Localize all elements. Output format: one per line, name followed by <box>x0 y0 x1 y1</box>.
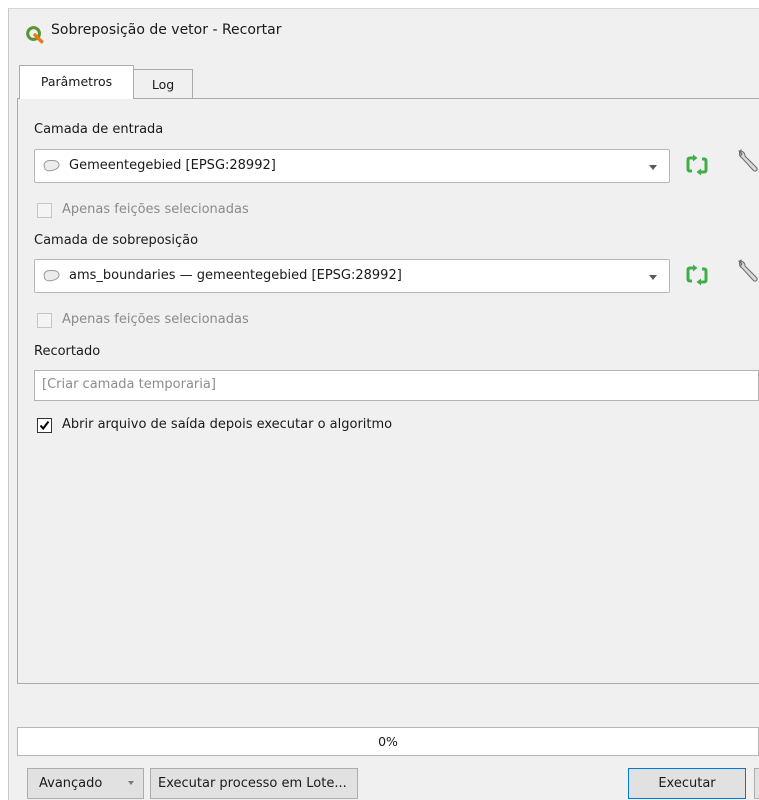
polygon-layer-icon <box>43 269 60 282</box>
polygon-layer-icon <box>43 159 60 172</box>
advanced-button-label: Avançado <box>39 776 103 791</box>
input-selected-only-checkbox[interactable] <box>37 203 52 218</box>
batch-process-button[interactable]: Executar processo em Lote... <box>150 768 358 799</box>
input-layer-combobox[interactable]: Gemeentegebied [EPSG:28992] <box>34 149 670 183</box>
wrench-icon[interactable] <box>737 148 759 174</box>
advanced-button[interactable]: Avançado <box>27 768 144 799</box>
overlay-selected-only-checkbox[interactable] <box>37 313 52 328</box>
progress-bar: 0% <box>17 727 759 756</box>
output-field[interactable]: [Criar camada temporaria] <box>34 370 759 401</box>
chevron-down-icon <box>128 781 134 785</box>
tab-parameters[interactable]: Parâmetros <box>19 65 134 99</box>
iterate-icon[interactable] <box>685 154 709 176</box>
input-layer-label: Camada de entrada <box>34 122 164 137</box>
chevron-down-icon <box>649 275 657 280</box>
checkmark-icon <box>39 420 50 431</box>
open-output-checkbox[interactable] <box>37 418 52 433</box>
iterate-icon[interactable] <box>685 264 709 286</box>
progress-text: 0% <box>378 734 398 749</box>
open-output-label: Abrir arquivo de saída depois executar o… <box>62 417 393 432</box>
overlay-selected-only-label: Apenas feições selecionadas <box>62 312 249 327</box>
input-selected-only-label: Apenas feições selecionadas <box>62 202 249 217</box>
wrench-icon[interactable] <box>737 258 759 284</box>
overlay-layer-value: ams_boundaries — gemeentegebied [EPSG:28… <box>69 268 402 283</box>
window-title: Sobreposição de vetor - Recortar <box>51 22 282 38</box>
title-bar: Sobreposição de vetor - Recortar <box>9 9 759 57</box>
close-button[interactable] <box>754 768 759 799</box>
tab-log[interactable]: Log <box>134 69 193 99</box>
output-label: Recortado <box>34 344 101 359</box>
overlay-layer-label: Camada de sobreposição <box>34 233 199 248</box>
output-placeholder: [Criar camada temporaria] <box>42 377 216 392</box>
run-button[interactable]: Executar <box>628 768 746 799</box>
qgis-logo-icon <box>26 26 44 44</box>
overlay-layer-combobox[interactable]: ams_boundaries — gemeentegebied [EPSG:28… <box>34 259 670 293</box>
input-layer-value: Gemeentegebied [EPSG:28992] <box>69 158 276 173</box>
chevron-down-icon <box>649 165 657 170</box>
